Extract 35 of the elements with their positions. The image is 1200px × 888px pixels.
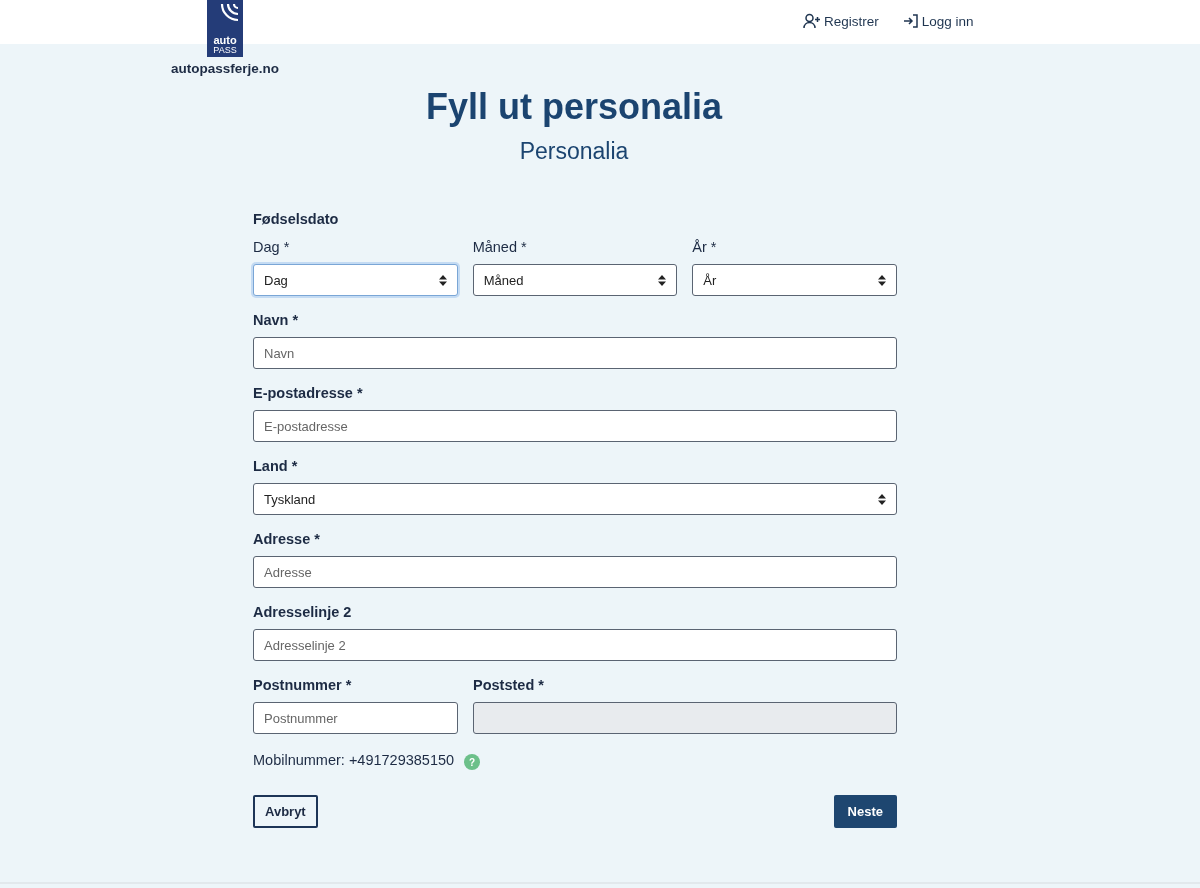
field-label: Dag * <box>253 238 291 256</box>
text-field[interactable]: Navn <box>253 337 897 369</box>
text-field[interactable]: Adresselinje 2 <box>253 629 897 661</box>
select-field[interactable]: Dag <box>253 264 458 296</box>
text-field[interactable]: E-postadresse <box>253 410 897 442</box>
site-name: autopassferje.no <box>171 61 280 76</box>
sort-caret-icon <box>658 274 667 286</box>
field-label: Poststed * <box>473 676 545 694</box>
field-label: Land * <box>253 457 299 475</box>
nav-link[interactable]: Logg inn <box>902 13 974 29</box>
page-title: Fyll ut personalia <box>424 85 724 129</box>
field-label: E-postadresse * <box>253 384 364 402</box>
sort-caret-icon <box>878 274 886 286</box>
field-label: Måned * <box>472 238 528 256</box>
field-label: År * <box>692 238 718 256</box>
select-field[interactable]: År <box>692 264 897 296</box>
text-field[interactable]: Adresse <box>253 556 897 588</box>
login-icon <box>902 13 919 29</box>
field-label: Postnummer * <box>253 676 353 694</box>
sort-caret-icon <box>878 493 886 505</box>
logo[interactable]: auto PASS <box>207 0 243 57</box>
section-label: Fødselsdato <box>253 210 340 228</box>
field-label: Adresselinje 2 <box>253 603 353 621</box>
field-label: Navn * <box>253 311 300 329</box>
cancel-button[interactable]: Avbryt <box>253 795 318 828</box>
page-subtitle: Personalia <box>518 137 630 165</box>
sort-caret-icon <box>438 274 447 286</box>
nav-link[interactable]: Registrer <box>803 13 879 29</box>
user-plus-icon <box>803 13 821 29</box>
select-field[interactable]: Tyskland <box>253 483 897 515</box>
text-field[interactable]: Postnummer <box>253 702 458 734</box>
field-label: Adresse * <box>253 530 321 548</box>
select-field[interactable]: Måned <box>472 264 678 296</box>
next-button[interactable]: Neste <box>833 795 897 828</box>
mobile-number: Mobilnummer: +491729385150 <box>253 752 455 768</box>
